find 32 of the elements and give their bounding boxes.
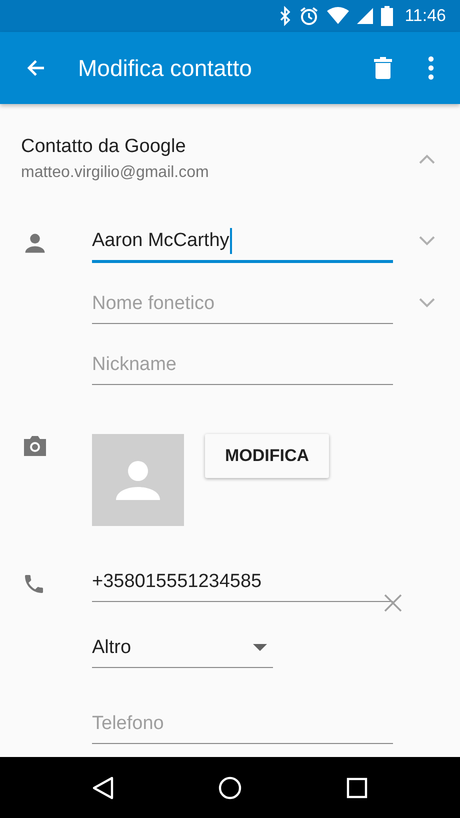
input-field[interactable]: Aaron McCarthy [92, 222, 393, 263]
input-field[interactable]: +358015551234585 [92, 562, 393, 602]
text-cursor [230, 228, 232, 254]
alarm-icon [298, 6, 319, 26]
back-button[interactable] [92, 776, 114, 800]
close-icon[interactable] [384, 594, 402, 612]
change-photo-button[interactable]: MODIFICA [205, 434, 330, 478]
square-recents-icon [346, 776, 368, 798]
chevron-up-icon[interactable] [418, 152, 436, 166]
type-dropdown[interactable]: Altro [92, 628, 273, 668]
triangle-back-icon [92, 776, 114, 800]
wifi-icon [326, 7, 349, 25]
chevron-down-icon[interactable] [418, 234, 436, 247]
home-button[interactable] [218, 776, 242, 800]
bluetooth-icon [278, 6, 291, 26]
delete-button[interactable] [374, 57, 392, 79]
signal-icon [356, 8, 373, 24]
chevron-down-icon[interactable] [418, 296, 436, 309]
account-title: Contatto da Google [21, 136, 187, 158]
more-options-button[interactable] [428, 56, 434, 80]
phone-icon [22, 572, 46, 596]
more-vert-icon [428, 56, 434, 80]
person-silhouette-icon [115, 460, 161, 500]
dropdown-arrow-icon [253, 644, 267, 651]
circle-home-icon [218, 776, 242, 800]
camera-icon [22, 434, 48, 458]
account-email: matteo.virgilio@gmail.com [21, 164, 210, 182]
battery-icon [380, 6, 393, 26]
trash-icon [374, 57, 392, 79]
clock-time: 11:46 [404, 6, 446, 26]
recents-button[interactable] [346, 776, 368, 798]
screen-title: Modifica contatto [78, 54, 253, 82]
